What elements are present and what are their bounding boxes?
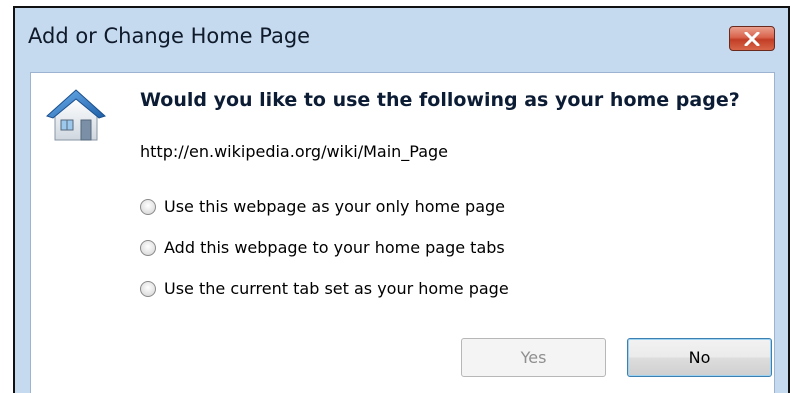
prompt-question: Would you like to use the following as y… xyxy=(140,89,740,111)
radio-button[interactable] xyxy=(140,198,156,215)
no-button[interactable]: No xyxy=(627,338,772,377)
radio-button[interactable] xyxy=(140,280,156,297)
yes-button[interactable]: Yes xyxy=(461,338,606,377)
option-current-tab-set[interactable]: Use the current tab set as your home pag… xyxy=(140,279,509,298)
title-bar[interactable]: Add or Change Home Page xyxy=(15,8,788,72)
radio-button[interactable] xyxy=(140,239,156,256)
option-label: Use this webpage as your only home page xyxy=(164,197,506,216)
house-icon xyxy=(46,89,106,141)
close-button[interactable] xyxy=(729,26,775,51)
dialog-content: Would you like to use the following as y… xyxy=(30,72,775,393)
option-only-home-page[interactable]: Use this webpage as your only home page xyxy=(140,197,505,216)
dialog-window: Add or Change Home Page Would you like t… xyxy=(13,6,790,393)
home-page-url: http://en.wikipedia.org/wiki/Main_Page xyxy=(140,142,449,161)
option-label: Add this webpage to your home page tabs xyxy=(164,238,505,257)
option-add-to-tabs[interactable]: Add this webpage to your home page tabs xyxy=(140,238,505,257)
dialog-title: Add or Change Home Page xyxy=(28,24,311,48)
close-icon xyxy=(744,31,760,46)
option-label: Use the current tab set as your home pag… xyxy=(164,279,509,298)
